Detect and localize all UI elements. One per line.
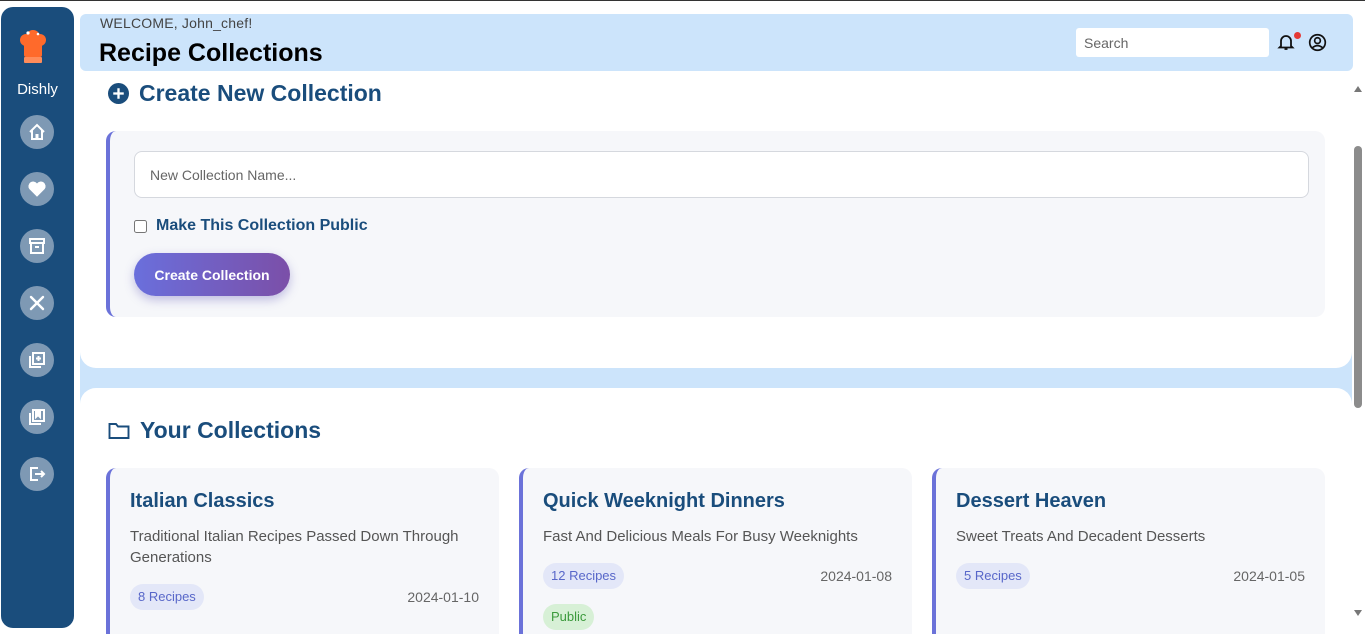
create-collection-form: Make This Collection Public Create Colle…: [106, 131, 1325, 317]
logout-icon: [30, 467, 46, 481]
collection-card[interactable]: Italian Classics Traditional Italian Rec…: [106, 468, 499, 634]
public-checkbox-label: Make This Collection Public: [156, 217, 368, 234]
collection-description: Sweet Treats And Decadent Desserts: [956, 528, 1206, 545]
collection-card[interactable]: Quick Weeknight Dinners Fast And Delicio…: [519, 468, 912, 634]
recipe-count-badge: 12 Recipes: [543, 563, 625, 589]
collection-title: Dessert Heaven: [956, 490, 1107, 512]
folder-icon: [108, 423, 130, 439]
nav-logout[interactable]: [20, 457, 54, 491]
window-top-border: [0, 0, 1365, 1]
nav-recipes[interactable]: [20, 286, 54, 320]
page-title: Recipe Collections: [99, 39, 323, 67]
add-collection-icon: [29, 352, 45, 368]
welcome-message: WELCOME, John_chef!: [100, 15, 253, 31]
public-checkbox[interactable]: [134, 219, 147, 233]
scroll-up-arrow-icon[interactable]: [1354, 86, 1362, 92]
your-collections-title: Your Collections: [140, 417, 322, 443]
recipe-count-badge: 5 Recipes: [956, 563, 1030, 589]
plus-circle-icon: [108, 83, 129, 104]
bell-icon[interactable]: [1277, 33, 1295, 51]
create-collection-button[interactable]: Create Collection: [134, 253, 290, 296]
collection-name-input[interactable]: [134, 151, 1309, 198]
nav-add-collection[interactable]: [20, 343, 54, 377]
create-collection-title: Create New Collection: [139, 80, 382, 106]
nav-collections[interactable]: [20, 400, 54, 434]
brand-name: Dishly: [17, 81, 58, 98]
create-collection-heading: Create New Collection: [108, 80, 382, 107]
scrollbar-thumb[interactable]: [1354, 146, 1362, 408]
your-collections-heading: Your Collections: [108, 417, 321, 444]
search-input[interactable]: [1076, 28, 1269, 57]
header: WELCOME, John_chef! Recipe Collections: [80, 14, 1353, 71]
user-account-icon[interactable]: [1308, 33, 1327, 52]
public-checkbox-row[interactable]: Make This Collection Public: [134, 217, 368, 235]
recipe-count-badge: 8 Recipes: [130, 584, 204, 610]
chef-hat-logo-icon: [20, 30, 46, 63]
nav-favorites[interactable]: [20, 172, 54, 206]
collection-card[interactable]: Dessert Heaven Sweet Treats And Decadent…: [932, 468, 1325, 634]
collection-title: Quick Weeknight Dinners: [543, 490, 785, 512]
sidebar: Dishly: [1, 7, 74, 628]
collection-date: 2024-01-05: [1233, 568, 1305, 584]
nav-home[interactable]: [20, 115, 54, 149]
collection-date: 2024-01-10: [407, 589, 479, 605]
home-icon: [29, 123, 45, 140]
collection-title: Italian Classics: [130, 490, 275, 512]
notification-dot: [1294, 32, 1301, 39]
heart-icon: [28, 181, 46, 197]
collection-date: 2024-01-08: [820, 568, 892, 584]
collection-description: Traditional Italian Recipes Passed Down …: [130, 528, 459, 566]
scroll-down-arrow-icon[interactable]: [1354, 610, 1362, 616]
collection-description: Fast And Delicious Meals For Busy Weekni…: [543, 528, 858, 545]
collections-icon: [29, 409, 45, 425]
archive-icon: [29, 238, 45, 254]
nav-archive[interactable]: [20, 229, 54, 263]
utensils-icon: [29, 295, 45, 311]
public-badge: Public: [543, 604, 595, 630]
